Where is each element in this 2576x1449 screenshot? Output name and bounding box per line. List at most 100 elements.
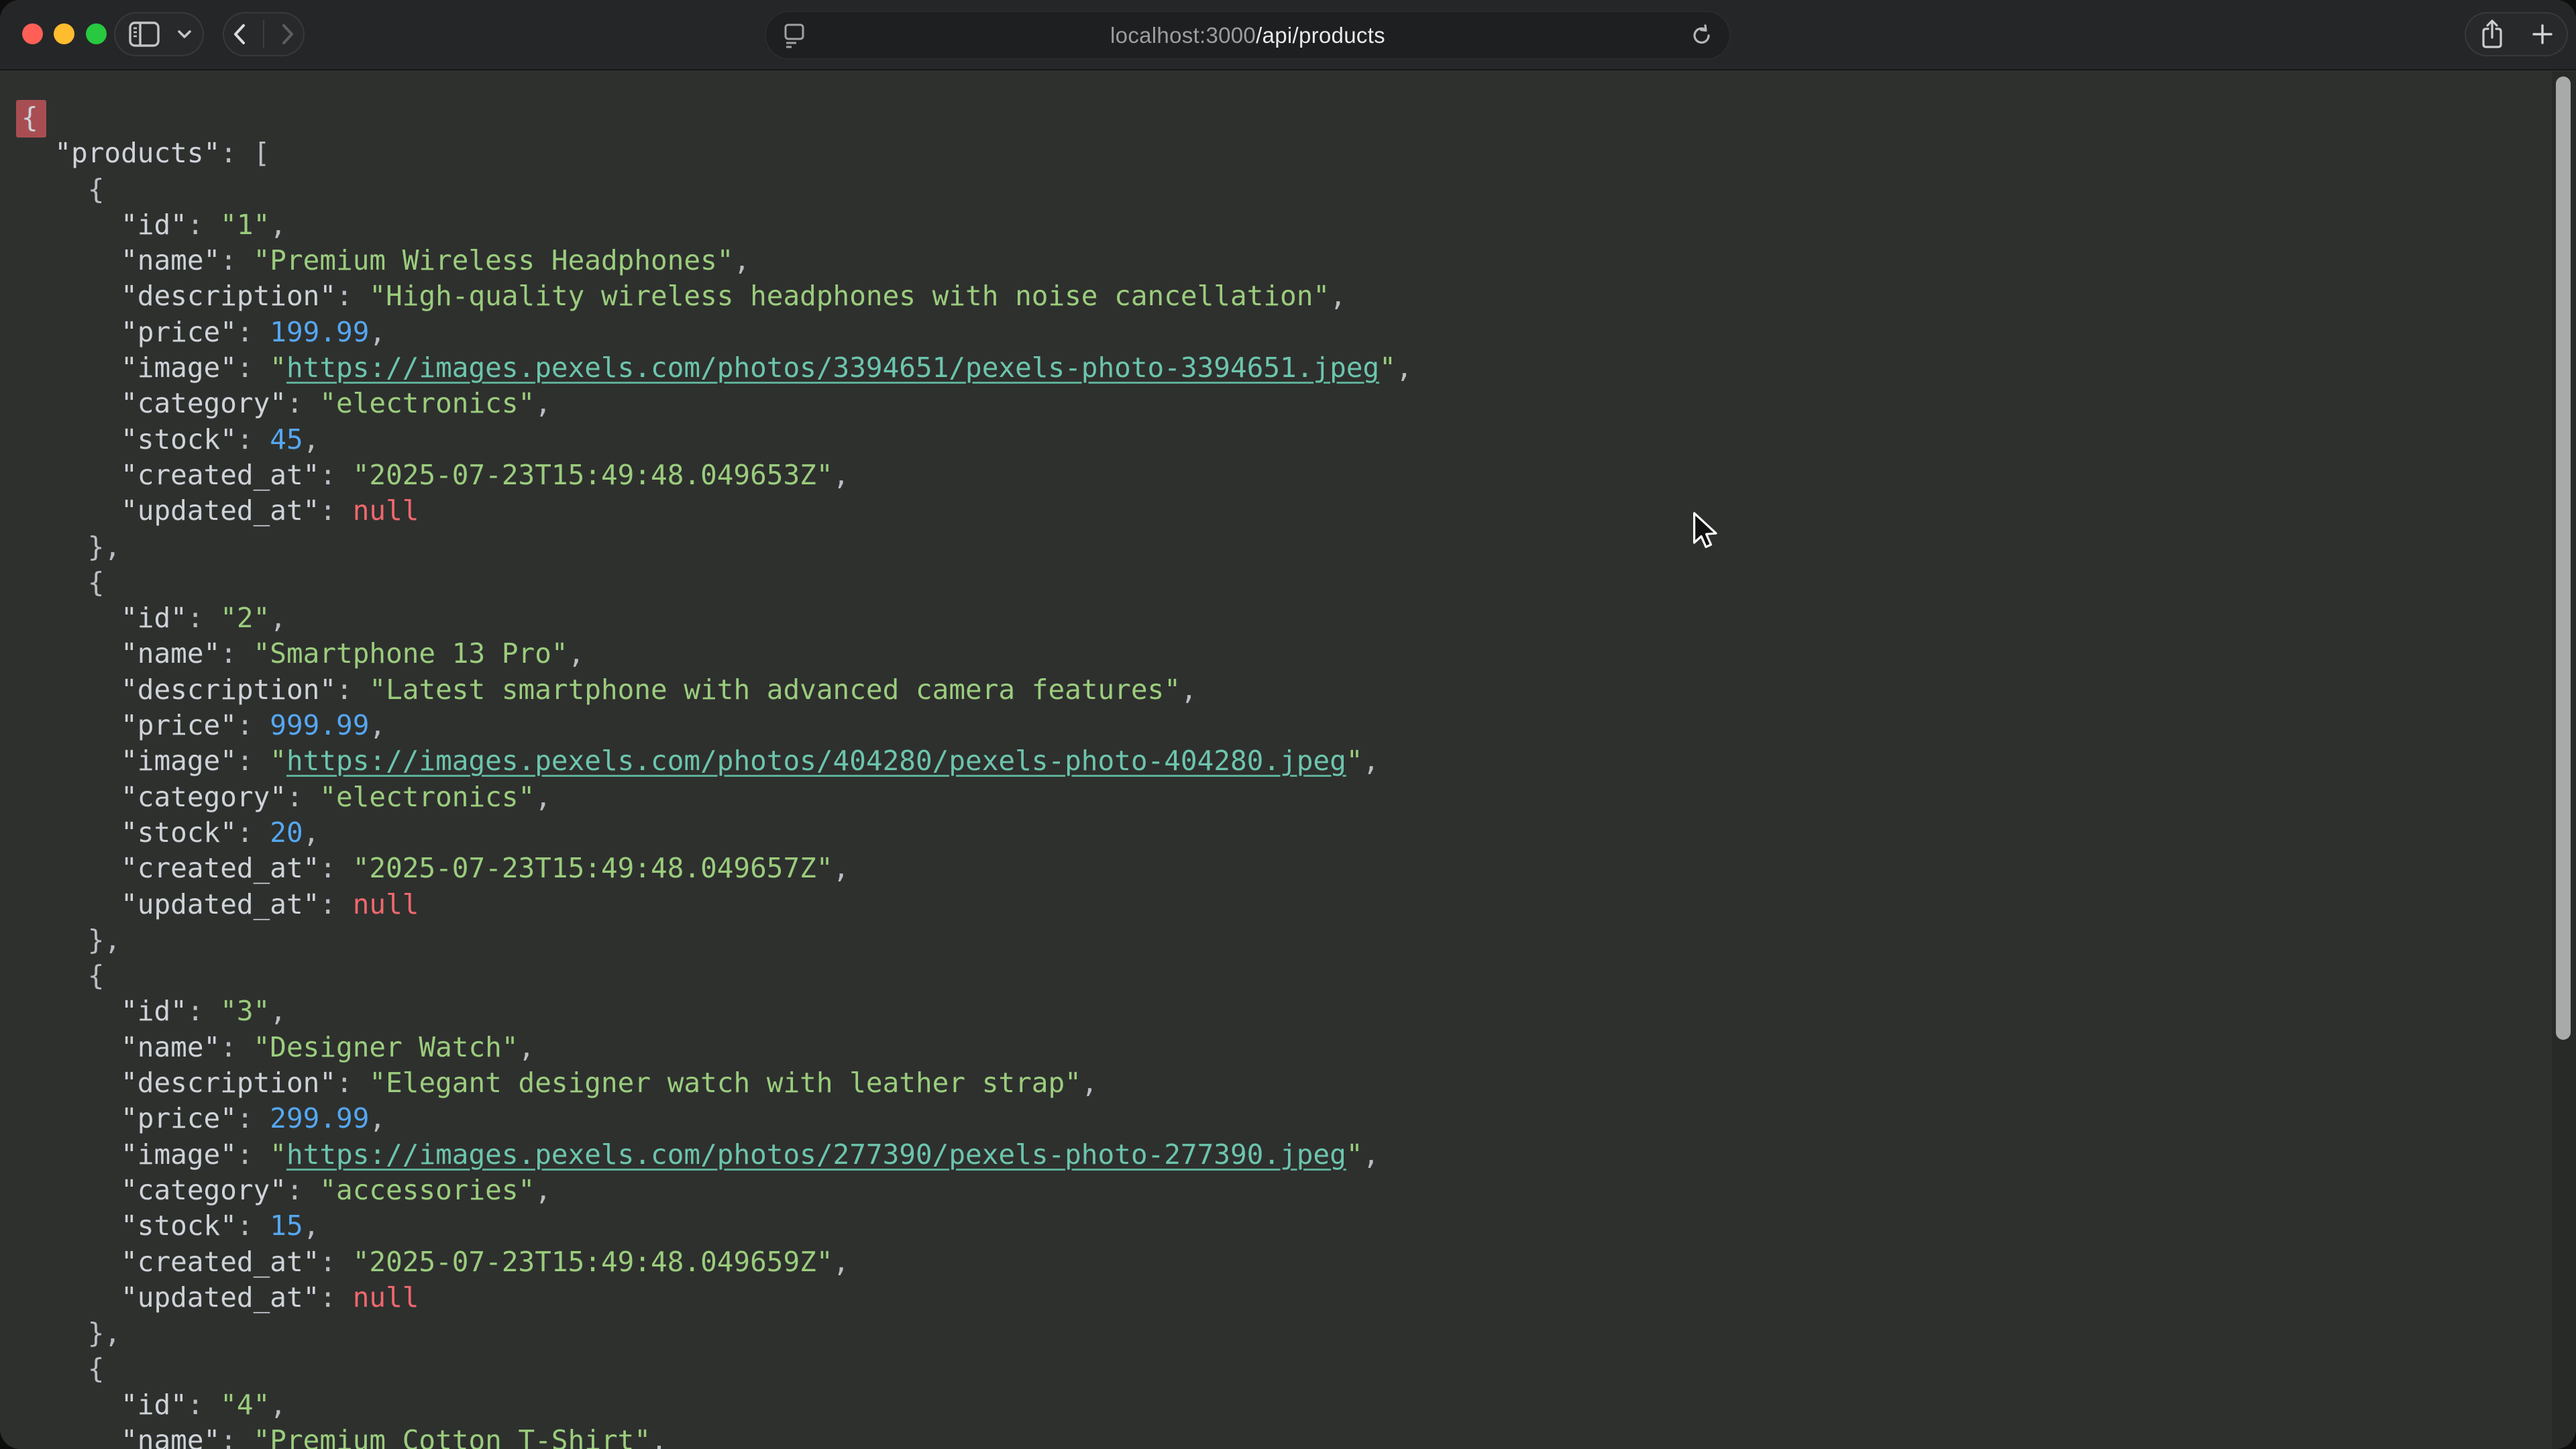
json-number: 299.99	[270, 1102, 369, 1134]
json-token: :	[336, 1067, 369, 1099]
scrollbar-track[interactable]	[2552, 72, 2576, 1449]
json-string: "2"	[220, 602, 270, 634]
json-token: "	[1346, 745, 1363, 777]
back-icon[interactable]	[233, 23, 246, 45]
zoom-button[interactable]	[86, 23, 107, 44]
json-number: 15	[270, 1210, 303, 1242]
json-token: : [	[220, 137, 270, 169]
json-token: "	[1379, 352, 1396, 384]
json-token	[21, 995, 121, 1027]
json-token: ,	[270, 995, 286, 1027]
json-token	[21, 1246, 121, 1278]
sidebar-icon[interactable]	[129, 21, 160, 47]
json-key: "created_at"	[121, 852, 319, 884]
json-token	[21, 852, 121, 884]
minimize-button[interactable]	[54, 23, 74, 44]
json-token	[21, 280, 121, 312]
json-token	[21, 781, 121, 813]
json-token: ,	[651, 1424, 667, 1449]
json-token: :	[237, 1138, 270, 1171]
json-token: :	[286, 781, 319, 813]
json-null: null	[353, 888, 419, 920]
chevron-down-icon[interactable]	[177, 30, 192, 39]
json-key: "price"	[121, 709, 237, 741]
json-key: "stock"	[121, 816, 237, 849]
share-icon[interactable]	[2480, 19, 2504, 50]
json-key: "image"	[121, 745, 237, 777]
json-number: 199.99	[270, 316, 369, 348]
json-token	[21, 816, 121, 849]
json-key: "image"	[121, 1138, 237, 1171]
json-key: "category"	[121, 1174, 286, 1206]
json-token	[21, 494, 121, 527]
json-token: ,	[833, 852, 850, 884]
json-token: ,	[535, 1174, 551, 1206]
json-token: "	[270, 1138, 286, 1171]
json-token: ,	[568, 637, 585, 669]
json-key: "category"	[121, 387, 286, 419]
url-path: /api/products	[1256, 23, 1385, 48]
json-token: {	[21, 1352, 104, 1385]
json-null: null	[353, 1281, 419, 1313]
json-token: ,	[1181, 674, 1197, 706]
json-token: ,	[535, 387, 551, 419]
json-token	[21, 888, 121, 920]
json-string: "electronics"	[319, 781, 535, 813]
json-token: ,	[833, 459, 850, 491]
json-string: "3"	[220, 995, 270, 1027]
json-key: "updated_at"	[121, 888, 319, 920]
json-token	[21, 209, 121, 241]
json-token	[21, 1102, 121, 1134]
json-key: "description"	[121, 280, 336, 312]
json-token	[21, 1281, 121, 1313]
json-token: :	[336, 674, 369, 706]
json-token: :	[237, 1102, 270, 1134]
toolbar: localhost:3000/api/products	[0, 0, 2576, 70]
json-token: :	[319, 888, 352, 920]
address-bar[interactable]: localhost:3000/api/products	[765, 11, 1731, 60]
sidebar-control-group	[114, 12, 204, 56]
json-token	[21, 459, 121, 491]
close-button[interactable]	[22, 23, 43, 44]
image-url-link[interactable]: https://images.pexels.com/photos/3394651…	[286, 352, 1379, 384]
json-token: :	[220, 1031, 253, 1063]
json-token: ,	[369, 709, 386, 741]
image-url-link[interactable]: https://images.pexels.com/photos/277390/…	[286, 1138, 1346, 1171]
json-token: :	[319, 1281, 352, 1313]
json-token: },	[21, 924, 121, 956]
forward-icon[interactable]	[281, 23, 294, 45]
json-key: "price"	[121, 1102, 237, 1134]
image-url-link[interactable]: https://images.pexels.com/photos/404280/…	[286, 745, 1346, 777]
new-tab-icon[interactable]	[2532, 23, 2553, 45]
json-token: ,	[535, 781, 551, 813]
json-token: :	[237, 709, 270, 741]
json-token: :	[237, 816, 270, 849]
json-token: ,	[519, 1031, 535, 1063]
json-token: :	[237, 352, 270, 384]
json-string: "1"	[220, 209, 270, 241]
json-number: 999.99	[270, 709, 369, 741]
json-string: "Designer Watch"	[254, 1031, 519, 1063]
json-token	[21, 674, 121, 706]
url-host: localhost:3000	[1110, 23, 1256, 48]
json-key: "id"	[121, 602, 187, 634]
json-token: :	[237, 1210, 270, 1242]
json-token	[21, 244, 121, 276]
json-key: "name"	[121, 244, 220, 276]
json-token: :	[187, 209, 220, 241]
json-key: "category"	[121, 781, 286, 813]
scrollbar-thumb[interactable]	[2556, 76, 2571, 1040]
json-token	[21, 387, 121, 419]
json-token: },	[21, 1317, 121, 1349]
json-token: :	[336, 280, 369, 312]
json-token	[21, 602, 121, 634]
reload-icon[interactable]	[1690, 24, 1713, 47]
json-token: "	[1346, 1138, 1363, 1171]
json-key: "updated_at"	[121, 1281, 319, 1313]
json-token	[21, 745, 121, 777]
json-key: "created_at"	[121, 1246, 319, 1278]
json-string: "Premium Cotton T-Shirt"	[254, 1424, 651, 1449]
json-token: :	[237, 316, 270, 348]
json-token	[21, 316, 121, 348]
json-string: "Elegant designer watch with leather str…	[369, 1067, 1081, 1099]
